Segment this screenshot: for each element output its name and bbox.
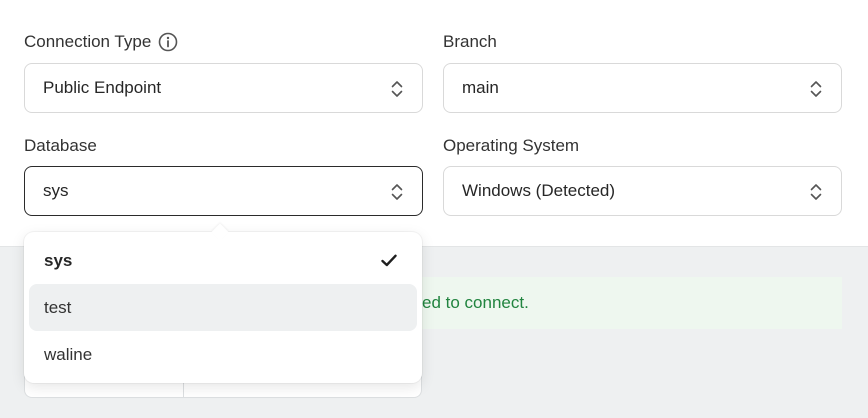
operating-system-label: Operating System (443, 136, 580, 155)
check-icon (381, 254, 397, 267)
connection-type-label: Connection Type (24, 31, 178, 53)
connection-type-label-text: Connection Type (24, 32, 152, 51)
database-dropdown-menu: sys test waline (24, 223, 422, 383)
branch-value: main (462, 78, 499, 97)
connection-type-value: Public Endpoint (43, 78, 162, 97)
option-label: test (44, 297, 72, 317)
chevron-up-down-icon (810, 184, 822, 200)
database-value: sys (43, 181, 69, 200)
dropdown-option-waline[interactable]: waline (29, 331, 417, 378)
chevron-up-down-icon (391, 81, 403, 97)
operating-system-select[interactable]: Windows (Detected) (443, 166, 842, 216)
branch-label: Branch (443, 32, 497, 51)
info-icon[interactable] (158, 32, 178, 52)
option-label: sys (44, 250, 73, 270)
operating-system-value: Windows (Detected) (462, 181, 616, 200)
dropdown-option-sys[interactable]: sys (29, 237, 417, 284)
chevron-up-down-icon (810, 81, 822, 97)
chevron-up-down-icon (391, 184, 403, 200)
database-select[interactable]: sys (24, 166, 423, 216)
option-label: waline (44, 344, 93, 364)
dropdown-option-test[interactable]: test (29, 284, 417, 331)
database-label: Database (24, 136, 97, 155)
branch-select[interactable]: main (443, 63, 842, 113)
connection-type-select[interactable]: Public Endpoint (24, 63, 423, 113)
status-banner-text: ed to connect. (422, 293, 529, 312)
